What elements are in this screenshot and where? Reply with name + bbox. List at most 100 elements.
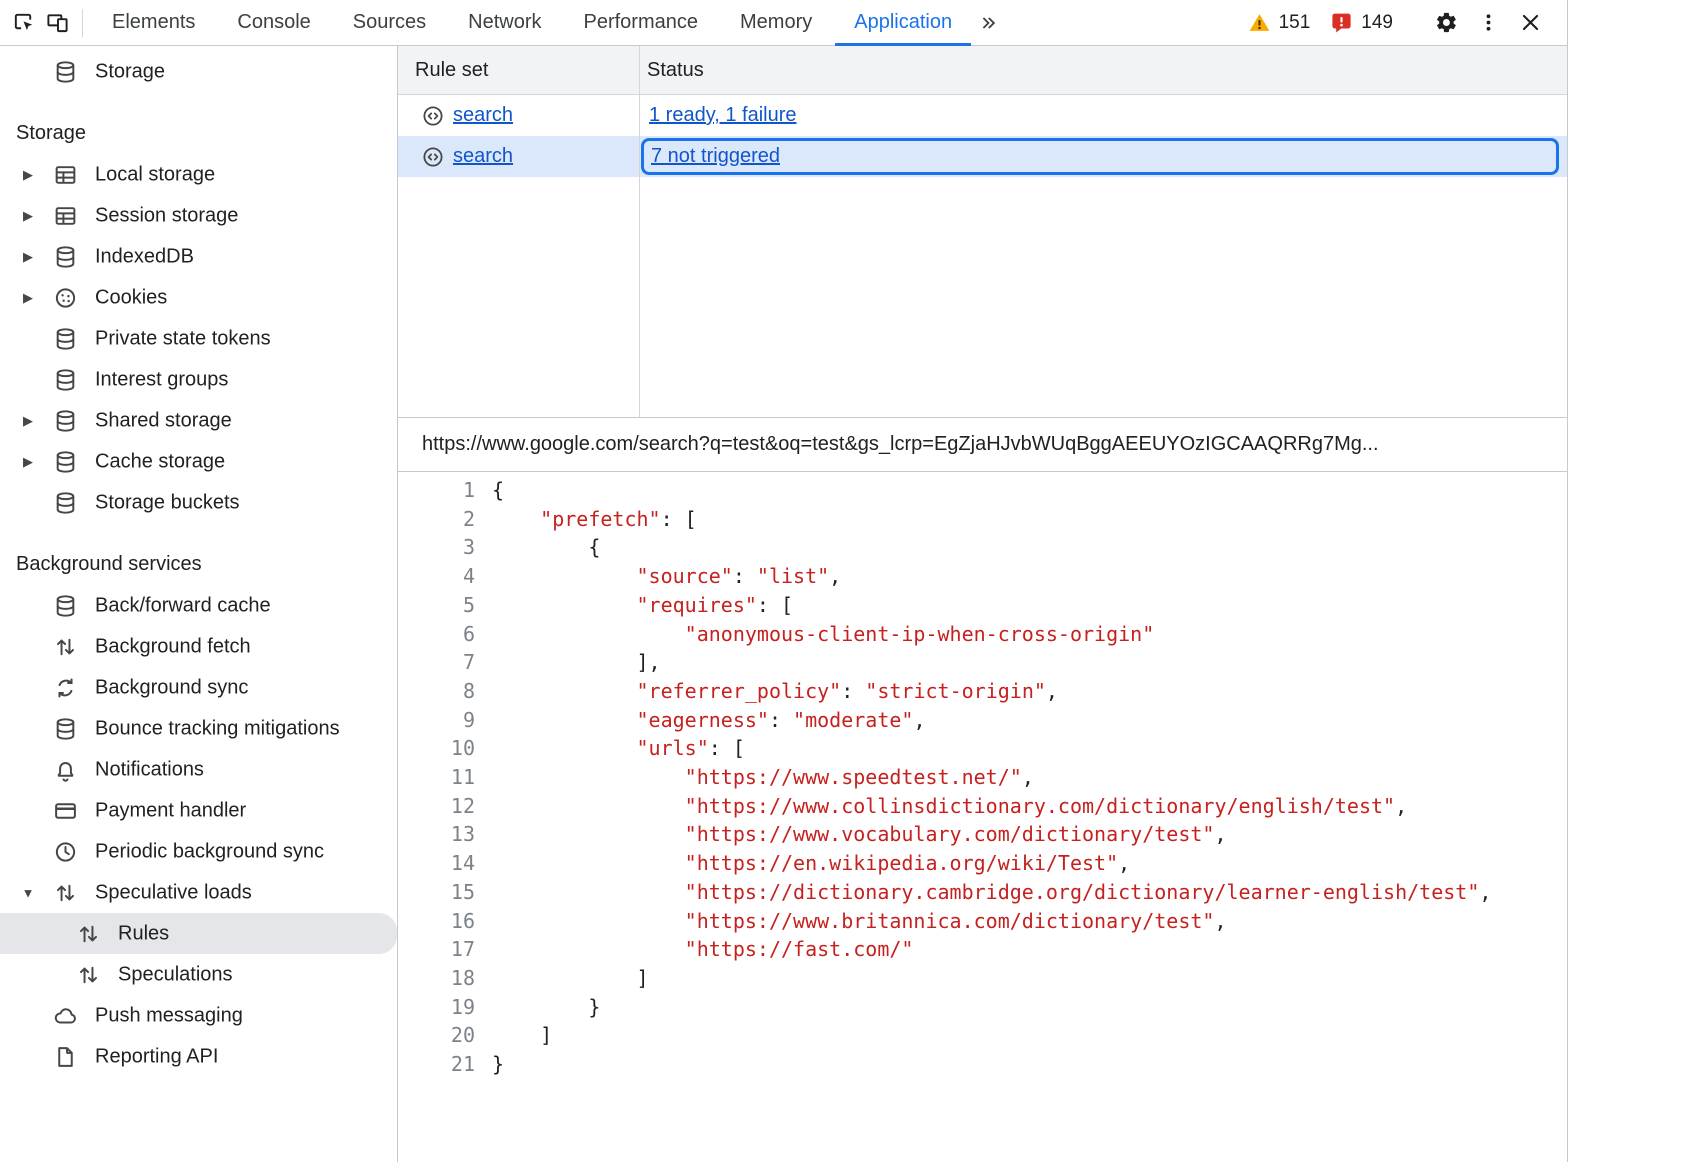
- sidebar-item-label: Session storage: [95, 204, 238, 227]
- chevron-right-icon[interactable]: ▶: [20, 167, 36, 183]
- rule-set-icon: [421, 145, 445, 169]
- code-line: 17 "https://fast.com/": [398, 935, 1567, 964]
- code-line: 6 "anonymous-client-ip-when-cross-origin…: [398, 620, 1567, 649]
- sidebar-item-periodic-background-sync[interactable]: Periodic background sync: [0, 831, 397, 872]
- settings-gear-icon[interactable]: [1429, 6, 1463, 40]
- tab-console[interactable]: Console: [216, 0, 331, 45]
- code-line: 14 "https://en.wikipedia.org/wiki/Test",: [398, 849, 1567, 878]
- sidebar-item-payment-handler[interactable]: Payment handler: [0, 790, 397, 831]
- sidebar-item-background-fetch[interactable]: Background fetch: [0, 626, 397, 667]
- tab-application[interactable]: Application: [833, 0, 973, 45]
- card-icon: [53, 798, 78, 823]
- code-line: 16 "https://www.britannica.com/dictionar…: [398, 907, 1567, 936]
- sidebar-item-storage-buckets[interactable]: Storage buckets: [0, 482, 397, 523]
- sidebar-item-storage[interactable]: Storage: [0, 51, 397, 92]
- database-icon: [53, 593, 78, 618]
- code-text: "prefetch": [: [475, 505, 697, 534]
- code-line: 4 "source": "list",: [398, 562, 1567, 591]
- code-line: 10 "urls": [: [398, 734, 1567, 763]
- status-cell[interactable]: 1 ready, 1 failure: [639, 95, 1567, 136]
- sidebar-item-indexeddb[interactable]: ▶IndexedDB: [0, 236, 397, 277]
- sidebar-item-speculations[interactable]: Speculations: [0, 954, 397, 995]
- database-icon: [53, 408, 78, 433]
- status-focus-ring[interactable]: 7 not triggered: [641, 138, 1559, 175]
- chevron-right-icon[interactable]: ▶: [20, 290, 36, 306]
- sidebar-item-label: Background sync: [95, 676, 248, 699]
- status-link[interactable]: 1 ready, 1 failure: [649, 104, 797, 127]
- rule-sets-table: Rule set Status search 1 ready, 1 failure…: [398, 46, 1567, 418]
- sidebar-item-bounce-tracking-mitigations[interactable]: Bounce tracking mitigations: [0, 708, 397, 749]
- tab-sources[interactable]: Sources: [332, 0, 447, 45]
- code-text: "urls": [: [475, 734, 745, 763]
- tab-elements[interactable]: Elements: [91, 0, 216, 45]
- column-header-status[interactable]: Status: [639, 59, 1567, 82]
- rule-set-cell[interactable]: search: [398, 95, 639, 136]
- sidebar-item-background-sync[interactable]: Background sync: [0, 667, 397, 708]
- updown-arrows-icon: [76, 962, 101, 987]
- sidebar-item-push-messaging[interactable]: Push messaging: [0, 995, 397, 1036]
- line-number: 4: [398, 562, 475, 591]
- sidebar-item-speculative-loads[interactable]: ▼Speculative loads: [0, 872, 397, 913]
- code-text: "https://www.britannica.com/dictionary/t…: [475, 907, 1227, 936]
- tab-performance[interactable]: Performance: [563, 0, 720, 45]
- code-line: 7 ],: [398, 648, 1567, 677]
- sidebar-item-back-forward-cache[interactable]: Back/forward cache: [0, 585, 397, 626]
- sidebar-item-reporting-api[interactable]: Reporting API: [0, 1036, 397, 1077]
- code-text: ]: [475, 1021, 552, 1050]
- code-text: {: [475, 476, 504, 505]
- tab-network[interactable]: Network: [447, 0, 562, 45]
- line-number: 11: [398, 763, 475, 792]
- database-icon: [53, 449, 78, 474]
- line-number: 8: [398, 677, 475, 706]
- cloud-icon: [53, 1003, 78, 1028]
- line-number: 19: [398, 993, 475, 1022]
- rule-set-link[interactable]: search: [453, 104, 513, 127]
- sidebar-item-label: Back/forward cache: [95, 594, 271, 617]
- sidebar-item-shared-storage[interactable]: ▶Shared storage: [0, 400, 397, 441]
- code-line: 2 "prefetch": [: [398, 505, 1567, 534]
- table-row[interactable]: search 1 ready, 1 failure: [398, 95, 1567, 136]
- rule-set-cell[interactable]: search: [398, 136, 639, 177]
- sidebar-item-notifications[interactable]: Notifications: [0, 749, 397, 790]
- line-number: 12: [398, 792, 475, 821]
- application-panel: Rule set Status search 1 ready, 1 failure…: [398, 46, 1567, 1162]
- device-toolbar-icon[interactable]: [40, 6, 74, 40]
- sidebar-item-cache-storage[interactable]: ▶Cache storage: [0, 441, 397, 482]
- chevron-right-icon[interactable]: ▶: [20, 454, 36, 470]
- sidebar-item-label: Payment handler: [95, 799, 246, 822]
- code-text: "https://www.speedtest.net/",: [475, 763, 1034, 792]
- sidebar-item-local-storage[interactable]: ▶Local storage: [0, 154, 397, 195]
- warnings-count-label: 151: [1279, 12, 1311, 34]
- sidebar-item-private-state-tokens[interactable]: Private state tokens: [0, 318, 397, 359]
- chevron-right-icon[interactable]: ▶: [20, 249, 36, 265]
- chevron-right-icon[interactable]: ▶: [20, 413, 36, 429]
- chevron-down-icon[interactable]: ▼: [20, 885, 36, 900]
- rule-set-code-viewer[interactable]: 1{2 "prefetch": [3 {4 "source": "list",5…: [398, 472, 1567, 1162]
- line-number: 6: [398, 620, 475, 649]
- issues-counter[interactable]: 149: [1324, 11, 1399, 34]
- database-icon: [53, 326, 78, 351]
- status-link[interactable]: 7 not triggered: [651, 145, 780, 168]
- code-text: "https://www.vocabulary.com/dictionary/t…: [475, 820, 1227, 849]
- kebab-menu-icon[interactable]: [1471, 6, 1505, 40]
- code-text: "https://fast.com/": [475, 935, 913, 964]
- sidebar-item-label: Push messaging: [95, 1004, 243, 1027]
- code-line: 8 "referrer_policy": "strict-origin",: [398, 677, 1567, 706]
- column-header-rule-set[interactable]: Rule set: [398, 59, 639, 82]
- warnings-counter[interactable]: 151: [1242, 11, 1317, 34]
- sidebar-item-interest-groups[interactable]: Interest groups: [0, 359, 397, 400]
- sidebar-item-rules[interactable]: Rules: [0, 913, 397, 954]
- code-text: "source": "list",: [475, 562, 841, 591]
- sidebar-item-session-storage[interactable]: ▶ Session storage: [0, 195, 397, 236]
- close-icon[interactable]: [1513, 6, 1547, 40]
- chevron-right-icon[interactable]: ▶: [20, 208, 36, 224]
- line-number: 18: [398, 964, 475, 993]
- sidebar-item-cookies[interactable]: ▶Cookies: [0, 277, 397, 318]
- status-cell[interactable]: 7 not triggered: [639, 136, 1567, 177]
- table-row[interactable]: search 7 not triggered: [398, 136, 1567, 177]
- more-tabs-icon[interactable]: [973, 6, 1003, 40]
- devtools-toolbar: ElementsConsoleSourcesNetworkPerformance…: [0, 0, 1567, 46]
- rule-set-link[interactable]: search: [453, 145, 513, 168]
- inspect-element-icon[interactable]: [6, 6, 40, 40]
- tab-memory[interactable]: Memory: [719, 0, 833, 45]
